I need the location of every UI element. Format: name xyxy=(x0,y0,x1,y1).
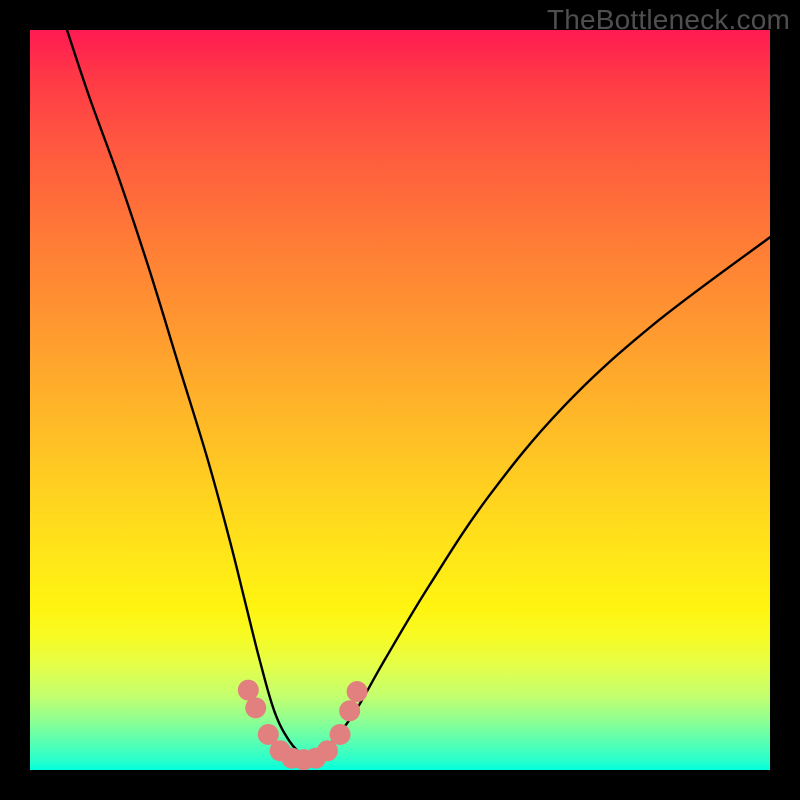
highlight-dot xyxy=(245,697,266,718)
chart-lines xyxy=(67,30,770,757)
highlight-dot xyxy=(339,700,360,721)
highlight-dots xyxy=(238,680,368,770)
chart-svg xyxy=(30,30,770,770)
chart-frame: TheBottleneck.com xyxy=(0,0,800,800)
bottleneck-curve xyxy=(67,30,770,757)
watermark-text: TheBottleneck.com xyxy=(547,4,790,36)
highlight-dot xyxy=(330,724,351,745)
plot-area xyxy=(30,30,770,770)
highlight-dot xyxy=(347,681,368,702)
